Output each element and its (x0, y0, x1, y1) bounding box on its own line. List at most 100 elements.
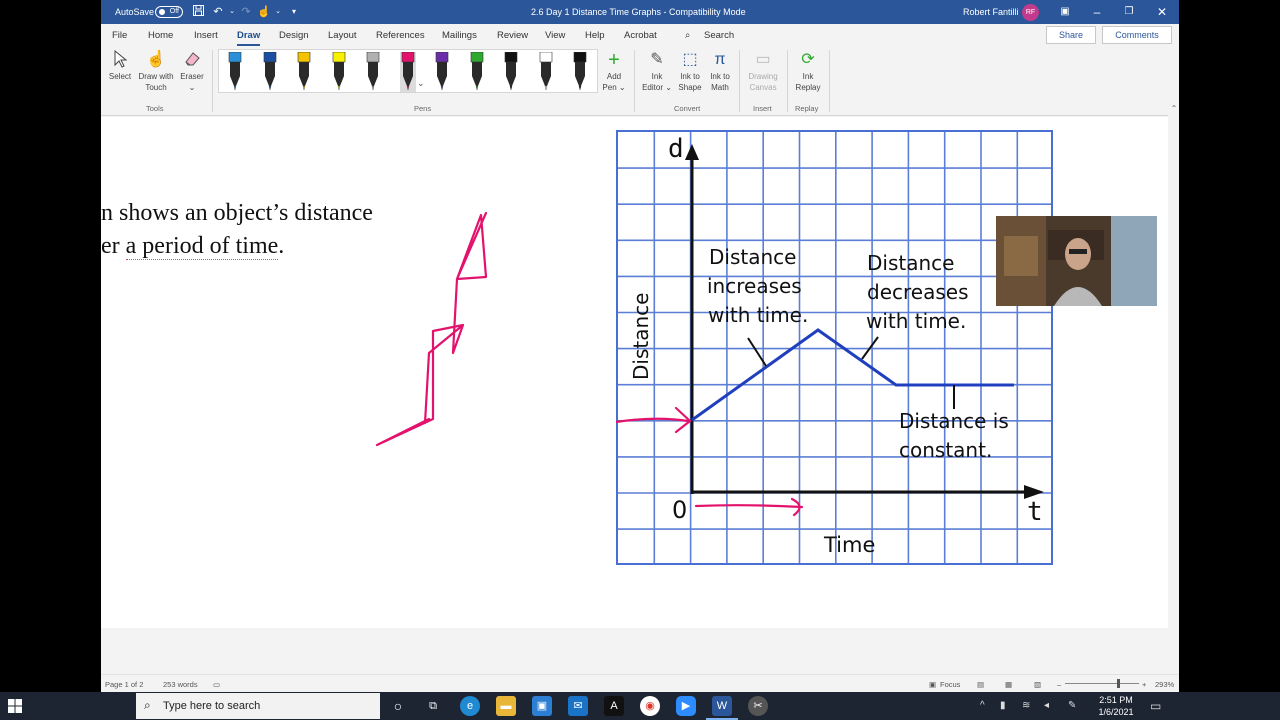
volume-icon[interactable]: ◂ (1044, 700, 1049, 711)
zoom-out-icon[interactable]: – (1057, 680, 1061, 689)
tab-acrobat[interactable]: Acrobat (624, 30, 657, 41)
clock[interactable]: 2:51 PM 1/6/2021 (1088, 694, 1144, 718)
word-icon[interactable]: W (706, 696, 738, 720)
search-icon[interactable]: ⌕ (685, 30, 690, 41)
pen-dropdown-icon[interactable]: ⌄ (417, 78, 425, 89)
pen-1-button[interactable] (227, 52, 243, 92)
add-pen-dropdown-icon[interactable]: ⌄ (617, 83, 626, 92)
ink-editor-dropdown-icon[interactable]: ⌄ (663, 83, 672, 92)
word-count[interactable]: 253 words (163, 680, 198, 689)
tab-references[interactable]: References (376, 30, 425, 41)
tab-design[interactable]: Design (279, 30, 309, 41)
drawing-canvas-icon: ▭ (755, 51, 771, 68)
draw-with-touch-button[interactable]: ☝ Draw with Touch (136, 50, 176, 93)
zoom-slider-thumb[interactable] (1117, 679, 1120, 688)
ink-shape-label-1: Ink to (680, 72, 700, 81)
ink-to-shape-button[interactable]: ⬚ Ink to Shape (677, 50, 703, 93)
ribbon-display-icon[interactable]: ▣ (1056, 3, 1074, 21)
touch-mode-icon[interactable]: ☝ (257, 5, 271, 19)
restore-button[interactable]: ❐ (1120, 3, 1138, 21)
taskbar-search-box[interactable]: ⌕ Type here to search (136, 693, 380, 719)
minimize-button[interactable]: – (1088, 3, 1106, 21)
touch-dropdown-icon[interactable]: ⌄ (271, 5, 285, 19)
taskbar-search-placeholder: Type here to search (163, 700, 261, 712)
cortana-icon[interactable]: ○ (388, 696, 408, 716)
device-icon[interactable]: ▮ (1000, 700, 1006, 711)
tab-insert[interactable]: Insert (194, 30, 218, 41)
pen-4-button[interactable] (331, 52, 347, 92)
read-mode-icon[interactable]: ▤ (977, 680, 984, 689)
tab-review[interactable]: Review (497, 30, 528, 41)
chrome-icon[interactable]: ◉ (640, 696, 660, 716)
mail-icon[interactable]: ✉ (568, 696, 588, 716)
customize-toolbar-icon[interactable]: ▾ (287, 5, 301, 19)
undo-dropdown-icon[interactable]: ⌄ (225, 5, 239, 19)
document-canvas[interactable]: n shows an object’s distance er a period… (101, 117, 1168, 628)
share-button[interactable]: Share (1046, 26, 1096, 44)
pen-7-button[interactable] (434, 52, 450, 92)
ink-replay-button[interactable]: ⟳ Ink Replay (791, 50, 825, 93)
close-button[interactable]: ✕ (1153, 3, 1171, 21)
tray-overflow-icon[interactable]: ^ (980, 700, 985, 711)
wifi-icon[interactable]: ≋ (1022, 700, 1030, 711)
pen-11-button[interactable] (572, 52, 588, 92)
print-layout-icon[interactable]: ▦ (1005, 680, 1012, 689)
search-tell-me[interactable]: Search (704, 30, 734, 41)
windows-start-icon[interactable] (8, 699, 22, 713)
focus-icon[interactable]: ▣ (929, 680, 936, 689)
pen-5-button[interactable] (365, 52, 381, 92)
drawing-canvas-button[interactable]: ▭ Drawing Canvas (744, 50, 782, 93)
save-icon[interactable] (191, 5, 205, 19)
zoom-in-icon[interactable]: + (1142, 680, 1146, 689)
proofing-icon[interactable]: ▭ (213, 680, 220, 689)
tab-mailings[interactable]: Mailings (442, 30, 477, 41)
pen-tray-icon[interactable]: ✎ (1068, 700, 1076, 711)
canvas-label-1: Drawing (748, 72, 778, 81)
pen-icon (297, 52, 311, 91)
eraser-button[interactable]: Eraser ⌄ (179, 50, 205, 93)
user-name[interactable]: Robert Fantilli (963, 7, 1019, 17)
tab-help[interactable]: Help (585, 30, 605, 41)
task-view-icon[interactable]: ⧉ (423, 696, 443, 716)
ink-to-shape-icon: ⬚ (682, 51, 698, 68)
tab-file[interactable]: File (112, 30, 127, 41)
file-explorer-icon[interactable]: ▬ (496, 696, 516, 716)
pen-3-button[interactable] (296, 52, 312, 92)
redo-icon[interactable]: ↷ (239, 5, 253, 19)
tab-layout[interactable]: Layout (328, 30, 357, 41)
pen-9-button[interactable] (503, 52, 519, 92)
ink-to-math-button[interactable]: π Ink to Math (707, 50, 733, 93)
draw-touch-label-1: Draw with (138, 72, 174, 81)
pen-8-button[interactable] (469, 52, 485, 92)
eraser-dropdown-icon[interactable]: ⌄ (189, 83, 196, 92)
zoom-slider[interactable] (1065, 683, 1139, 684)
zoom-level[interactable]: 293% (1155, 680, 1174, 689)
autosave-toggle[interactable]: Off (155, 6, 183, 18)
annotation-decrease-2: decreases (867, 280, 968, 304)
tab-draw[interactable]: Draw (237, 30, 261, 46)
notification-icon[interactable]: ▭ (1150, 699, 1164, 713)
ink-editor-button[interactable]: ✎ Ink Editor ⌄ (641, 50, 673, 93)
undo-icon[interactable]: ↶ (211, 5, 225, 19)
focus-label[interactable]: Focus (940, 680, 960, 689)
avatar[interactable]: RF (1022, 4, 1039, 21)
ink-replay-icon: ⟳ (801, 51, 815, 68)
vertical-scrollbar[interactable] (1168, 100, 1179, 628)
snipping-tool-icon[interactable]: ✂ (748, 696, 768, 716)
pen-2-button[interactable] (262, 52, 278, 92)
pen-6-button[interactable] (399, 52, 416, 92)
search-icon: ⌕ (144, 698, 151, 712)
zoom-app-icon[interactable]: ▶ (676, 696, 696, 716)
select-button[interactable]: Select (107, 49, 133, 82)
scroll-up-icon[interactable]: ⌃ (1169, 104, 1179, 113)
pen-10-button[interactable] (538, 52, 554, 92)
tab-view[interactable]: View (545, 30, 565, 41)
acrobat-icon[interactable]: A (604, 696, 624, 716)
store-icon[interactable]: ▣ (532, 696, 552, 716)
page-count[interactable]: Page 1 of 2 (105, 680, 143, 689)
web-layout-icon[interactable]: ▧ (1034, 680, 1041, 689)
tab-home[interactable]: Home (148, 30, 173, 41)
comments-button[interactable]: Comments (1102, 26, 1172, 44)
add-pen-button[interactable]: + Add Pen ⌄ (601, 50, 627, 93)
edge-icon[interactable]: e (460, 696, 480, 716)
